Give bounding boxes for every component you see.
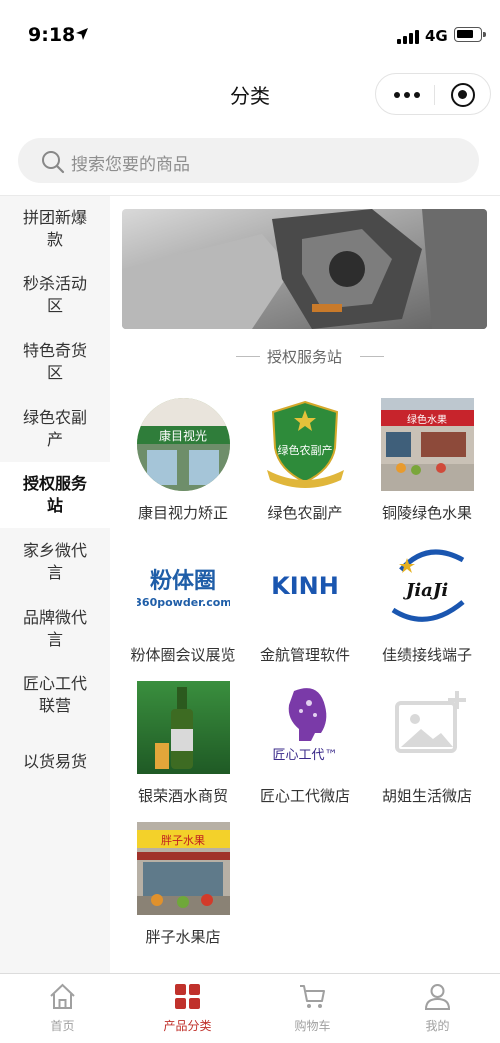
storefront-sign: 绿色水果 <box>407 413 447 426</box>
sidebar-item-hometown[interactable]: 家乡微代言 <box>0 529 110 595</box>
storefront-sign: 康目视光 <box>159 428 207 443</box>
tab-categories[interactable]: 产品分类 <box>125 974 250 1043</box>
section-title: 授权服务站 <box>122 346 487 366</box>
network-type: 4G <box>425 27 448 45</box>
tab-profile[interactable]: 我的 <box>375 974 500 1043</box>
sidebar-item-flash-sale[interactable]: 秒杀活动区 <box>0 262 110 328</box>
search-icon <box>42 151 65 174</box>
image-placeholder-icon <box>381 681 474 774</box>
home-icon <box>50 983 75 1009</box>
store-name: 匠心工代微店 <box>259 787 350 805</box>
logo-subtext: 360powder.com <box>137 596 230 609</box>
tab-label: 我的 <box>425 1019 450 1033</box>
logo-text: JiaJi <box>403 580 449 601</box>
signal-icon <box>397 28 419 44</box>
sidebar-item-group-buy[interactable]: 拼团新爆款 <box>0 196 110 262</box>
store-item[interactable]: 胖子水果 胖子水果店 <box>122 822 244 952</box>
beer-bottle-photo <box>137 681 230 774</box>
close-target-icon[interactable] <box>451 83 475 107</box>
store-name: 胡姐生活微店 <box>381 787 472 805</box>
store-name: 银荣酒水商贸 <box>137 787 228 805</box>
storefront-photo: 康目视光 <box>137 398 230 491</box>
sidebar-item-label: 品牌微代言 <box>22 608 87 649</box>
user-icon <box>424 984 451 1010</box>
category-sidebar: 拼团新爆款 秒杀活动区 特色奇货区 绿色农副产 授权服务站 家乡微代言 品牌微代… <box>0 196 110 973</box>
craftsman-logo: 匠心工代™ <box>259 681 352 774</box>
status-bar: 9:18 4G <box>0 0 500 70</box>
mini-program-capsule <box>375 73 491 115</box>
tab-label: 产品分类 <box>163 1019 212 1033</box>
status-time: 9:18 <box>28 24 76 46</box>
sidebar-item-brand[interactable]: 品牌微代言 <box>0 596 110 662</box>
sidebar-item-label: 家乡微代言 <box>22 541 87 582</box>
search-placeholder: 搜索您要的商品 <box>71 155 190 175</box>
store-item[interactable]: 匠心工代™ 匠心工代微店 <box>244 681 366 811</box>
store-item[interactable]: 绿色农副产 绿色农副产 <box>244 398 366 528</box>
powder-logo: 粉体圈 360powder.com <box>137 540 230 633</box>
search-input[interactable]: 搜索您要的商品 <box>18 138 479 183</box>
machine-banner-image <box>122 209 487 329</box>
sidebar-item-label: 以货易货 <box>22 752 87 771</box>
store-name: 绿色农副产 <box>267 504 343 522</box>
store-name: 佳绩接线端子 <box>381 646 472 664</box>
sidebar-item-label: 匠心工代联营 <box>22 674 87 715</box>
store-name: 铜陵绿色水果 <box>381 504 472 522</box>
store-item[interactable]: KINH 金航管理软件 <box>244 540 366 670</box>
category-banner[interactable] <box>122 209 487 329</box>
category-grid-icon <box>175 984 200 1009</box>
sidebar-item-label: 绿色农副产 <box>22 408 87 449</box>
store-item[interactable]: 粉体圈 360powder.com 粉体圈会议展览 <box>122 540 244 670</box>
fruit-store-photo: 绿色水果 <box>381 398 474 491</box>
store-item[interactable]: 绿色水果 铜陵绿色水果 <box>366 398 488 528</box>
logo-text: 粉体圈 <box>150 569 216 594</box>
tab-label: 购物车 <box>294 1019 331 1033</box>
store-name: 康目视力矫正 <box>137 504 228 522</box>
jiaji-logo: JiaJi <box>381 540 474 633</box>
cart-icon <box>300 985 325 1008</box>
store-item[interactable]: 康目视光 康目视力矫正 <box>122 398 244 528</box>
sidebar-item-craftsman[interactable]: 匠心工代联营 <box>0 662 110 728</box>
fruit-shop-photo: 胖子水果 <box>137 822 230 915</box>
section-title-text: 授权服务站 <box>266 348 342 366</box>
battery-icon <box>454 27 486 42</box>
tab-cart[interactable]: 购物车 <box>250 974 375 1043</box>
store-item[interactable]: 胡姐生活微店 <box>366 681 488 811</box>
logo-text: 绿色农副产 <box>278 443 333 457</box>
sidebar-item-service-stations[interactable]: 授权服务站 <box>0 462 110 528</box>
logo-text: KINH <box>271 572 339 600</box>
sidebar-item-green-produce[interactable]: 绿色农副产 <box>0 396 110 462</box>
location-arrow-icon <box>76 28 88 40</box>
store-item[interactable]: JiaJi 佳绩接线端子 <box>366 540 488 670</box>
store-item[interactable]: 银荣酒水商贸 <box>122 681 244 811</box>
store-name: 粉体圈会议展览 <box>130 646 236 664</box>
logo-text: 匠心工代™ <box>272 748 337 763</box>
sidebar-item-barter[interactable]: 以货易货 <box>0 729 110 795</box>
sidebar-item-label: 特色奇货区 <box>22 341 87 382</box>
tab-home[interactable]: 首页 <box>0 974 125 1043</box>
kinh-logo: KINH <box>259 540 352 633</box>
bottom-tab-bar: 首页 产品分类 购物车 我的 <box>0 973 500 1043</box>
storefront-sign: 胖子水果 <box>161 834 205 847</box>
tab-label: 首页 <box>50 1019 75 1033</box>
sidebar-item-label: 秒杀活动区 <box>22 274 87 315</box>
green-shield-logo: 绿色农副产 <box>259 398 352 491</box>
store-name: 胖子水果店 <box>145 928 221 946</box>
sidebar-item-label: 授权服务站 <box>22 474 87 515</box>
more-icon[interactable] <box>394 92 422 98</box>
store-name: 金航管理软件 <box>259 646 350 664</box>
sidebar-item-label: 拼团新爆款 <box>22 208 87 249</box>
sidebar-item-special-goods[interactable]: 特色奇货区 <box>0 329 110 395</box>
